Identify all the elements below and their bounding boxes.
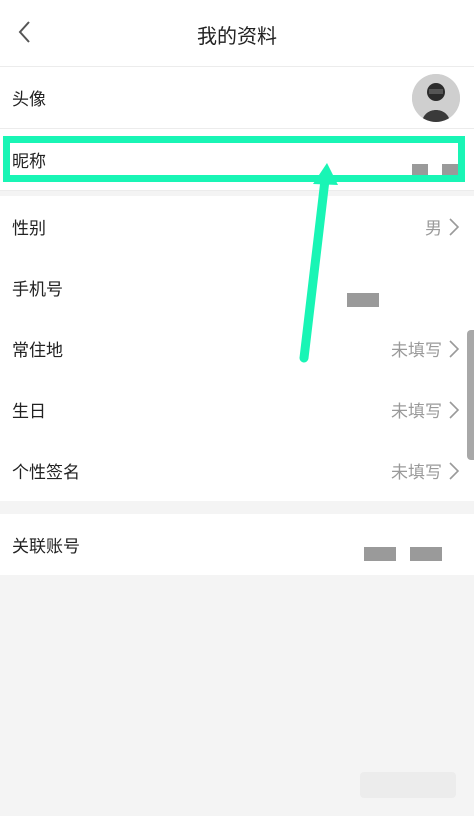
redaction-block [347,293,379,307]
chevron-right-icon [449,401,460,419]
scrollbar-thumb[interactable] [467,330,474,460]
linked-accounts-row[interactable]: 关联账号 [0,514,474,575]
redaction-block [364,547,396,561]
redaction-block [442,164,458,180]
redaction-block [412,164,428,180]
nickname-label: 昵称 [12,152,46,172]
nickname-row[interactable]: 昵称 [0,129,474,191]
signature-row[interactable]: 个性签名 未填写 [0,440,474,501]
avatar[interactable] [412,74,460,122]
signature-value: 未填写 [391,463,442,483]
birthday-value: 未填写 [391,402,442,422]
page-title: 我的资料 [197,24,277,48]
birthday-row[interactable]: 生日 未填写 [0,379,474,441]
avatar-image [412,74,460,122]
header-bar: 我的资料 [0,0,474,67]
gender-label: 性别 [12,219,46,239]
residence-label: 常住地 [12,341,63,361]
phone-row[interactable]: 手机号 [0,257,474,319]
phone-value-redacted [347,290,379,310]
birthday-label: 生日 [12,402,46,422]
chevron-right-icon [449,340,460,358]
chevron-right-icon [449,218,460,236]
signature-label: 个性签名 [12,463,80,483]
phone-label: 手机号 [12,280,63,300]
nickname-value-redacted [412,162,458,182]
gender-row[interactable]: 性别 男 [0,196,474,258]
avatar-row[interactable]: 头像 [0,67,474,129]
residence-value: 未填写 [391,341,442,361]
watermark [360,772,456,798]
avatar-label: 头像 [12,90,46,110]
gender-value: 男 [425,219,442,239]
linked-accounts-value-redacted [364,544,442,564]
linked-accounts-label: 关联账号 [12,537,80,557]
chevron-right-icon [449,462,460,480]
residence-row[interactable]: 常住地 未填写 [0,318,474,380]
redaction-block [410,547,442,561]
